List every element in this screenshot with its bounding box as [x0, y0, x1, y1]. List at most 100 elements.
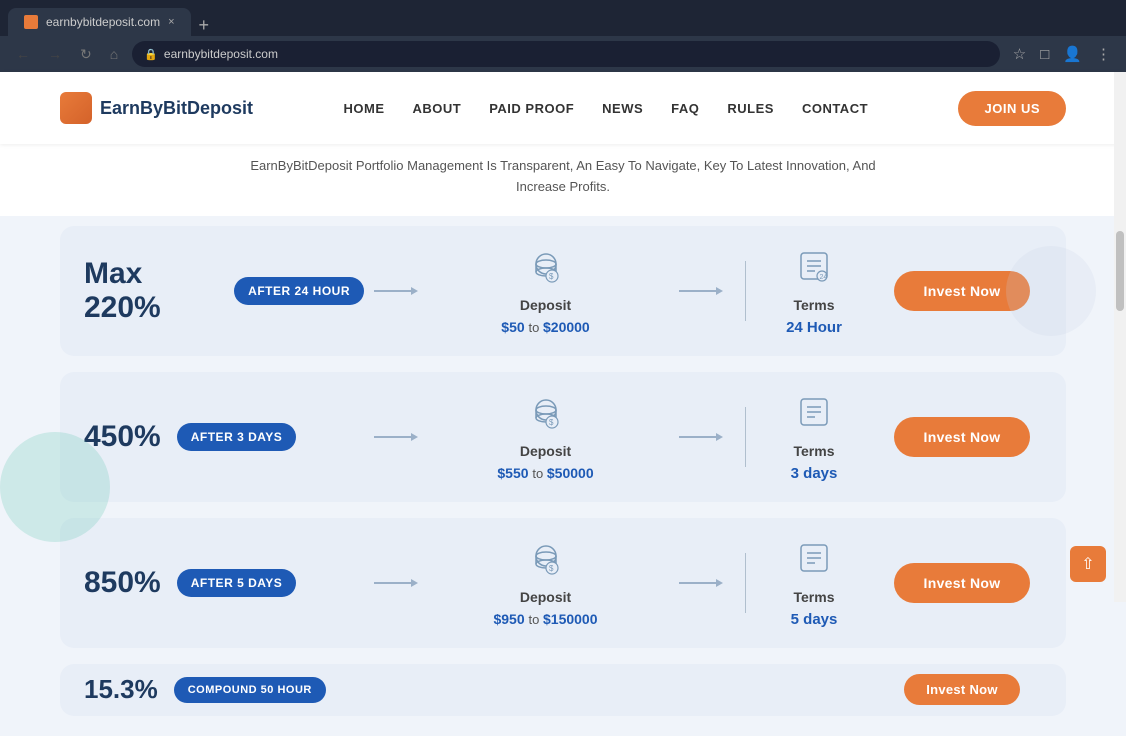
arrow-line-2a — [374, 436, 412, 438]
banner-text: EarnByBitDeposit Portfolio Management Is… — [0, 144, 1126, 216]
deposit-range-2: $550 to $50000 — [497, 465, 593, 481]
url-display: earnbybitdeposit.com — [164, 47, 278, 61]
banner-line1: EarnByBitDeposit Portfolio Management Is… — [250, 158, 875, 173]
browser-addressbar: ← → ↻ ⌂ 🔒 earnbybitdeposit.com ☆ □ 👤 ⋮ — [0, 36, 1126, 72]
plan-card-4: 15.3% COMPOUND 50 HOUR Invest Now — [60, 664, 1066, 716]
home-button[interactable]: ⌂ — [106, 44, 122, 64]
browser-chrome: earnbybitdeposit.com × + ← → ↻ ⌂ 🔒 earnb… — [0, 0, 1126, 72]
browser-actions: ☆ □ 👤 ⋮ — [1010, 42, 1114, 66]
join-us-button[interactable]: JOIN US — [958, 91, 1066, 126]
plan-divider-3 — [745, 553, 746, 613]
tab-close-button[interactable]: × — [168, 16, 174, 28]
plan-invest-area-4: Invest Now — [882, 674, 1042, 705]
deposit-range-1: $50 to $20000 — [501, 319, 589, 335]
tab-label: earnbybitdeposit.com — [46, 15, 160, 29]
plans-section: Max 220% AFTER 24 HOUR $ — [0, 216, 1126, 736]
svg-text:24: 24 — [820, 274, 828, 281]
plan-left-1: Max 220% AFTER 24 HOUR — [84, 257, 364, 325]
logo-text: EarnByBitDeposit — [100, 98, 253, 119]
terms-label-3: Terms — [794, 589, 835, 605]
banner-line2: Increase Profits. — [516, 179, 610, 194]
extensions-icon[interactable]: □ — [1037, 43, 1052, 66]
website: EarnByBitDeposit HOME ABOUT PAID PROOF N… — [0, 72, 1126, 736]
plan-percentage-4: 15.3% — [84, 674, 158, 705]
invest-now-button-4[interactable]: Invest Now — [904, 674, 1020, 705]
tab-favicon — [24, 15, 38, 29]
browser-tab[interactable]: earnbybitdeposit.com × — [8, 8, 191, 36]
terms-value-1: 24 Hour — [786, 319, 842, 336]
scrollbar-thumb[interactable] — [1116, 231, 1124, 311]
plan-badge-4: COMPOUND 50 HOUR — [174, 677, 326, 703]
arrow-connector-3a — [374, 582, 412, 584]
plan-deposit-2: $ Deposit $550 to $50000 — [422, 392, 669, 481]
arrow-connector-2a — [374, 436, 412, 438]
svg-text:$: $ — [549, 272, 554, 281]
deposit-label-3: Deposit — [520, 589, 571, 605]
deposit-label-2: Deposit — [520, 443, 571, 459]
plan-percentage-1: Max 220% — [84, 257, 218, 325]
plan-terms-2: Terms 3 days — [764, 392, 864, 482]
plan-deposit-1: $ Deposit $50 to $20000 — [422, 246, 669, 335]
new-tab-button[interactable]: + — [199, 15, 210, 36]
plan-percentage-2: 450% — [84, 420, 161, 454]
nav-rules[interactable]: RULES — [727, 101, 774, 116]
logo-area: EarnByBitDeposit — [60, 92, 253, 124]
svg-text:$: $ — [549, 564, 554, 573]
profile-icon[interactable]: 👤 — [1060, 42, 1085, 66]
plan-left-4: 15.3% COMPOUND 50 HOUR — [84, 674, 364, 705]
plan-badge-3: AFTER 5 DAYS — [177, 569, 297, 597]
terms-value-3: 5 days — [791, 611, 838, 628]
svg-text:$: $ — [549, 418, 554, 427]
terms-label-2: Terms — [794, 443, 835, 459]
terms-icon-2 — [794, 392, 834, 437]
plan-invest-area-3: Invest Now — [882, 563, 1042, 603]
deco-circle-bottom-left — [0, 432, 110, 542]
navbar: EarnByBitDeposit HOME ABOUT PAID PROOF N… — [0, 72, 1126, 144]
plan-left-3: 850% AFTER 5 DAYS — [84, 566, 364, 600]
plan-badge-1: AFTER 24 HOUR — [234, 277, 364, 305]
lock-icon: 🔒 — [144, 48, 158, 61]
deposit-label-1: Deposit — [520, 297, 571, 313]
bookmark-icon[interactable]: ☆ — [1010, 42, 1029, 66]
nav-links: HOME ABOUT PAID PROOF NEWS FAQ RULES CON… — [343, 101, 868, 116]
plan-badge-2: AFTER 3 DAYS — [177, 423, 297, 451]
scrollbar-track[interactable] — [1114, 72, 1126, 602]
nav-about[interactable]: ABOUT — [412, 101, 461, 116]
invest-now-button-2[interactable]: Invest Now — [894, 417, 1031, 457]
plan-terms-1: 24 Terms 24 Hour — [764, 246, 864, 336]
logo-image — [60, 92, 92, 124]
terms-value-2: 3 days — [791, 465, 838, 482]
plan-divider-2 — [745, 407, 746, 467]
plan-left-2: 450% AFTER 3 DAYS — [84, 420, 364, 454]
reload-button[interactable]: ↻ — [76, 44, 96, 65]
plan-deposit-3: $ Deposit $950 to $150000 — [422, 538, 669, 627]
plan-card-3: 850% AFTER 5 DAYS $ — [60, 518, 1066, 648]
arrow-line-3b — [679, 582, 717, 584]
arrow-connector-1b — [679, 290, 717, 292]
nav-paid-proof[interactable]: PAID PROOF — [489, 101, 574, 116]
arrow-line-2b — [679, 436, 717, 438]
menu-icon[interactable]: ⋮ — [1093, 42, 1114, 66]
nav-home[interactable]: HOME — [343, 101, 384, 116]
deposit-range-3: $950 to $150000 — [493, 611, 597, 627]
forward-button[interactable]: → — [44, 44, 66, 64]
arrow-connector-2b — [679, 436, 717, 438]
arrow-connector-1a — [374, 290, 412, 292]
terms-icon-3 — [794, 538, 834, 583]
back-to-top-button[interactable]: ⇧ — [1070, 546, 1106, 582]
back-button[interactable]: ← — [12, 44, 34, 64]
invest-now-button-3[interactable]: Invest Now — [894, 563, 1031, 603]
deposit-icon-3: $ — [526, 538, 566, 583]
address-box[interactable]: 🔒 earnbybitdeposit.com — [132, 41, 1000, 67]
plan-card-1: Max 220% AFTER 24 HOUR $ — [60, 226, 1066, 356]
deco-circle-1 — [1006, 246, 1096, 336]
arrow-line-1a — [374, 290, 412, 292]
nav-news[interactable]: NEWS — [602, 101, 643, 116]
arrow-line-3a — [374, 582, 412, 584]
nav-faq[interactable]: FAQ — [671, 101, 699, 116]
arrow-connector-3b — [679, 582, 717, 584]
nav-contact[interactable]: CONTACT — [802, 101, 868, 116]
plan-invest-area-2: Invest Now — [882, 417, 1042, 457]
plan-terms-3: Terms 5 days — [764, 538, 864, 628]
terms-icon-1: 24 — [794, 246, 834, 291]
